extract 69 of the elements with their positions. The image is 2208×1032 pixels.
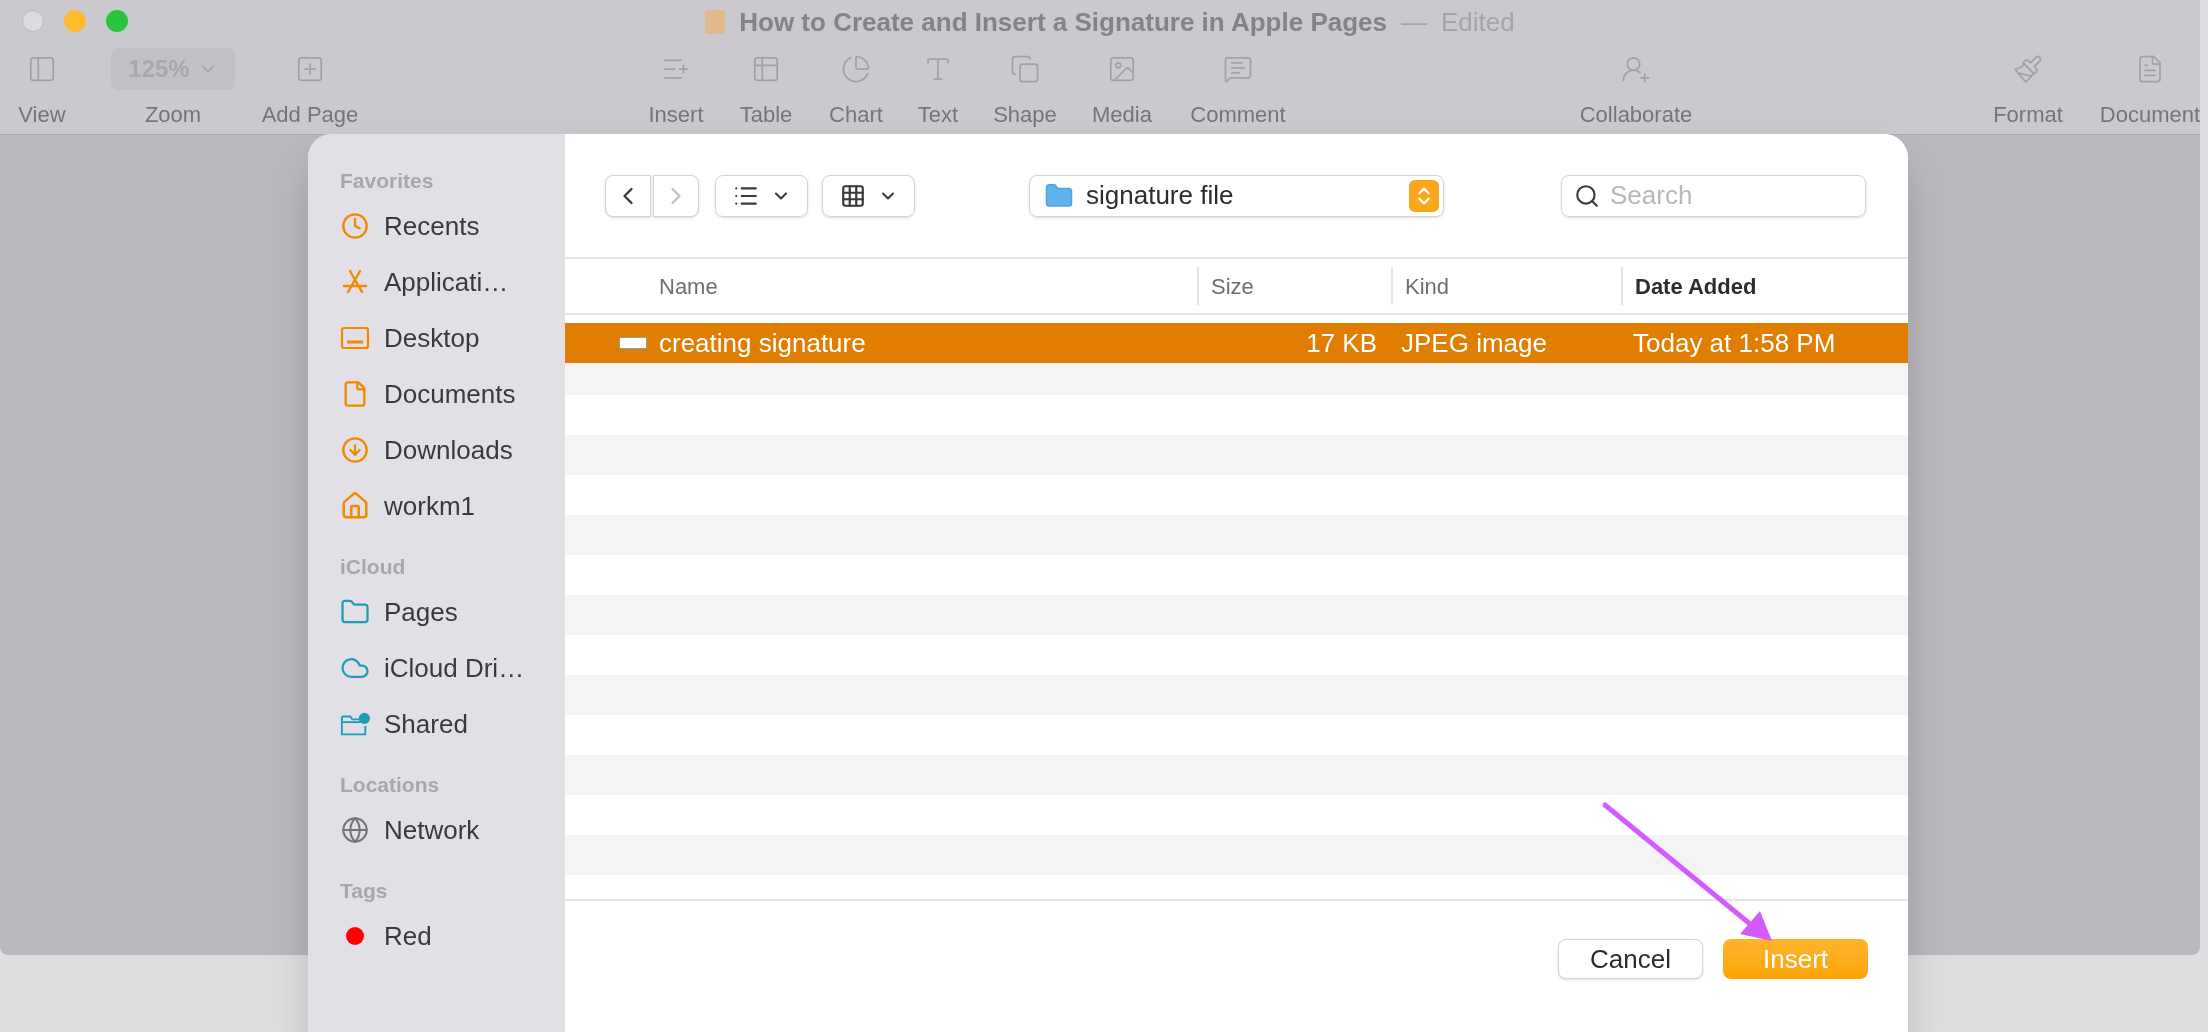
sidebar-item[interactable]: Documents [384,374,516,414]
toolbar-label: Document [2099,101,2201,129]
window-title: How to Create and Insert a Signature in Apple Pages [739,5,1387,39]
toolbar-label: Chart [829,101,883,129]
back-button[interactable] [605,174,651,217]
up-down-chevron-icon [1409,179,1439,212]
sidebar-heading: Locations [340,772,441,799]
sidebar-item[interactable]: iCloud Dri… [384,648,525,688]
sidebar-item[interactable]: Pages [384,592,458,632]
person-plus-icon[interactable] [1621,54,1651,84]
shared-folder-icon [340,710,370,738]
image-file-icon [619,337,647,349]
search-input[interactable]: Search [1610,176,1853,215]
clock-icon [341,212,369,240]
icon-view-button[interactable] [822,174,915,217]
globe-icon [341,816,369,844]
cancel-button[interactable]: Cancel [1558,939,1703,979]
search-icon [1574,182,1600,209]
sidebar-item[interactable]: Recents [384,206,480,246]
sidebar-heading: Favorites [340,168,435,195]
list-view-button[interactable] [715,174,808,217]
sidebar-item[interactable]: Downloads [384,430,513,470]
sidebar-item[interactable]: Red [384,916,432,956]
sidebar-item[interactable]: Network [384,810,480,850]
toolbar-label: Shape [993,101,1057,129]
toolbar-label: Comment [1190,101,1286,129]
file-kind: JPEG image [1401,327,1547,358]
toolbar-label: Collaborate [1579,101,1693,129]
toolbar-label: Media [1092,101,1152,129]
pie-chart-icon[interactable] [841,54,871,84]
overlapping-squares-icon[interactable] [1010,54,1040,84]
sidebar-item[interactable]: workm1 [384,486,475,526]
column-header[interactable]: Size [1211,269,1254,303]
toolbar-label: View [18,101,66,129]
sidebar-item[interactable]: Shared [384,704,468,744]
app-store-icon [341,268,369,296]
column-header[interactable]: Name [659,269,718,303]
zoom-button[interactable] [106,10,128,32]
sidebar-item[interactable]: Applicati… [384,262,509,302]
sidebar-item[interactable]: Desktop [384,318,480,358]
table-icon[interactable] [751,54,781,84]
home-icon [340,491,370,521]
toolbar-label: Format [1993,101,2063,129]
toolbar-label: Zoom [144,101,202,129]
document-icon [705,10,726,34]
sidebar-icon[interactable] [27,54,57,84]
file-name: creating signature [659,326,866,360]
sidebar-heading: Tags [340,878,389,905]
column-header[interactable]: Kind [1405,269,1450,303]
image-icon[interactable] [1107,54,1137,84]
speech-bubble-icon[interactable] [1223,54,1253,84]
paintbrush-icon[interactable] [2013,54,2043,84]
toolbar-label: Insert [648,101,704,129]
plus-square-icon[interactable] [295,54,325,84]
location-dropdown[interactable]: signature file [1029,174,1444,217]
file-size: 17 KB [1306,326,1377,360]
grid-icon [839,182,866,209]
minimize-button[interactable] [64,10,86,32]
close-button[interactable] [22,10,44,32]
desktop-icon [340,325,370,351]
toolbar-label: Table [739,101,793,129]
search-field[interactable]: Search [1561,174,1866,217]
file-date: Today at 1:58 PM [1633,327,1836,358]
sidebar-heading: iCloud [340,554,407,581]
title-separator: — [1401,5,1427,39]
download-icon [341,436,369,464]
toolbar-label: Add Page [261,101,359,129]
column-header[interactable]: Date Added [1635,269,1757,303]
toolbar-label: Text [917,101,959,129]
